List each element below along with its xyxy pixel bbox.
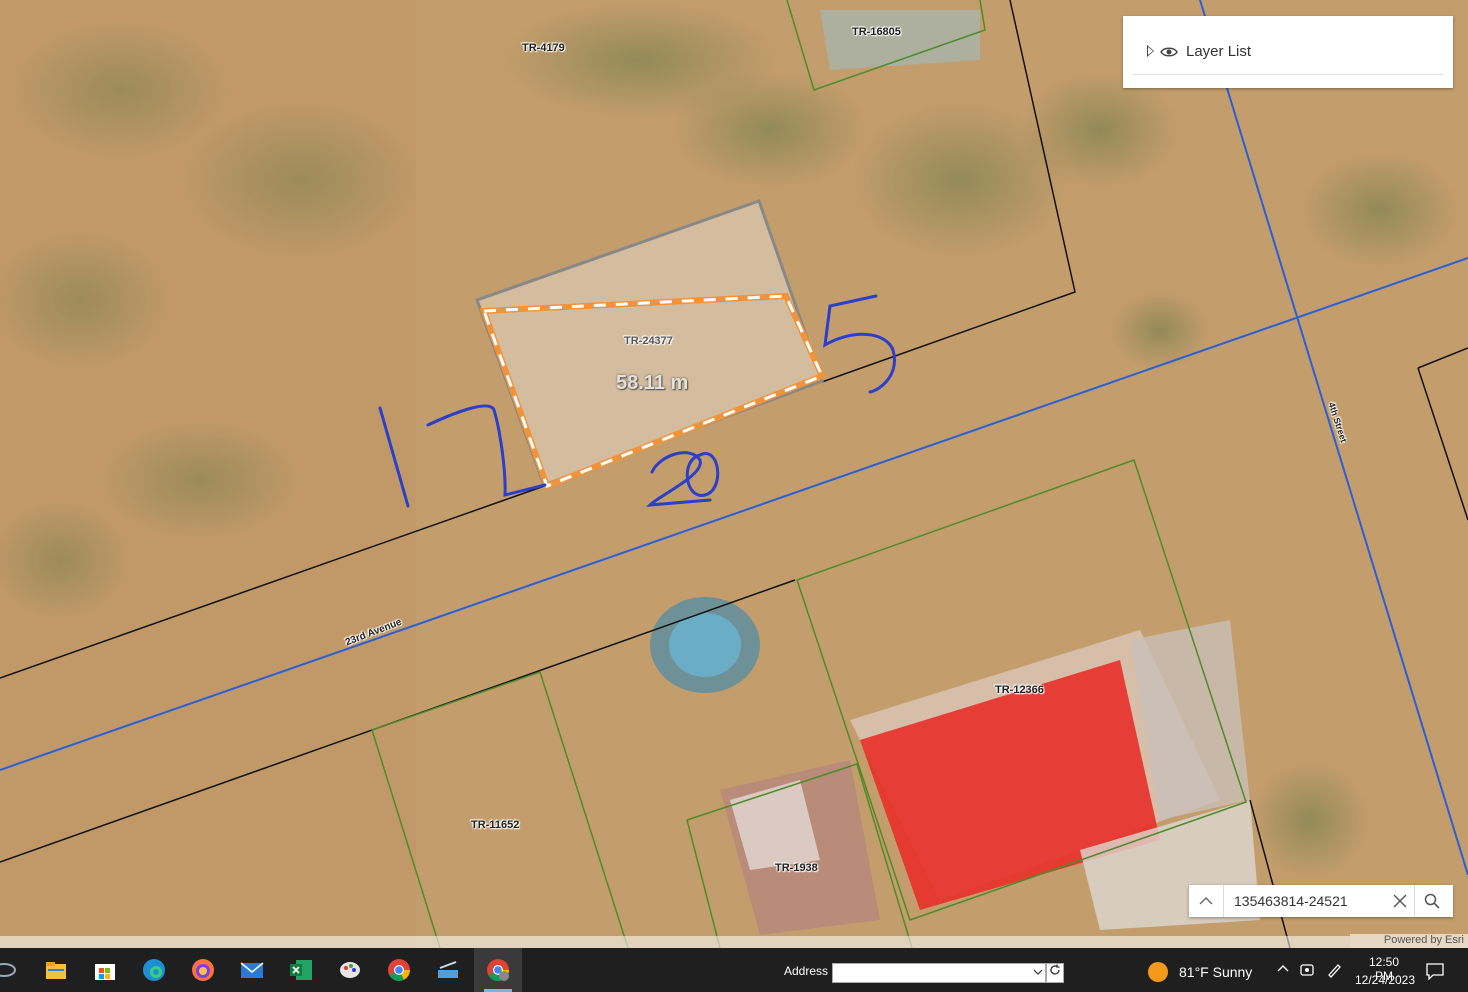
chevron-up-icon [1199,897,1213,905]
meet-now-icon[interactable] [1299,962,1315,981]
parcel-label-tr4179: TR-4179 [522,42,565,54]
search-expand-button[interactable] [1189,885,1224,917]
store-icon[interactable] [93,958,117,982]
parcel-label-tr16805: TR-16805 [852,26,901,38]
paint-icon[interactable] [338,958,362,982]
layer-list-panel: Layer List [1123,16,1453,88]
weather-text[interactable]: 81°F Sunny [1179,964,1252,980]
chrome-icon[interactable] [387,958,411,982]
clear-search-button[interactable] [1386,885,1414,917]
search-button[interactable] [1414,885,1449,917]
close-icon [1393,894,1407,908]
chrome-profile-icon[interactable] [486,958,510,982]
esri-attribution[interactable]: Powered by Esri [1350,934,1468,948]
layer-list-header[interactable]: Layer List [1133,28,1443,75]
address-bar[interactable] [832,963,1046,983]
notification-icon[interactable] [1425,962,1445,981]
search-widget [1189,885,1453,917]
search-icon [1424,893,1440,909]
search-input[interactable] [1232,892,1386,910]
parcel-label-tr24377: TR-24377 [624,335,673,347]
clock-date[interactable]: 12/24/2023 [1354,973,1416,987]
layer-list-title: Layer List [1186,42,1252,60]
address-go-button[interactable] [1046,963,1064,983]
tray-chevron-up-icon[interactable] [1276,962,1290,979]
parcel-label-tr1938: TR-1938 [775,862,818,874]
scanner-icon[interactable] [436,958,460,982]
address-label: Address [784,964,829,978]
edge-icon[interactable] [142,958,166,982]
address-input[interactable] [833,965,1031,981]
weather-sun-icon[interactable] [1148,962,1168,982]
cortana-icon[interactable] [0,958,16,982]
refresh-icon [1050,964,1060,975]
eye-icon[interactable] [1160,45,1178,57]
parcel-label-tr11652: TR-11652 [471,819,520,831]
firefox-icon[interactable] [191,958,215,982]
map-view[interactable]: TR-4179 TR-16805 TR-24377 TR-12366 TR-11… [0,0,1468,948]
file-explorer-icon[interactable] [44,958,68,982]
expand-caret-icon[interactable] [1147,45,1154,57]
map-bottom-strip [0,936,1350,948]
measurement-label: 58.11 m [616,372,689,394]
excel-icon[interactable] [289,958,313,982]
chevron-down-icon[interactable] [1033,967,1043,977]
mail-icon[interactable] [240,958,264,982]
pen-icon[interactable] [1326,962,1342,981]
map-canvas[interactable] [0,0,1468,948]
parcel-label-tr12366: TR-12366 [995,684,1044,696]
